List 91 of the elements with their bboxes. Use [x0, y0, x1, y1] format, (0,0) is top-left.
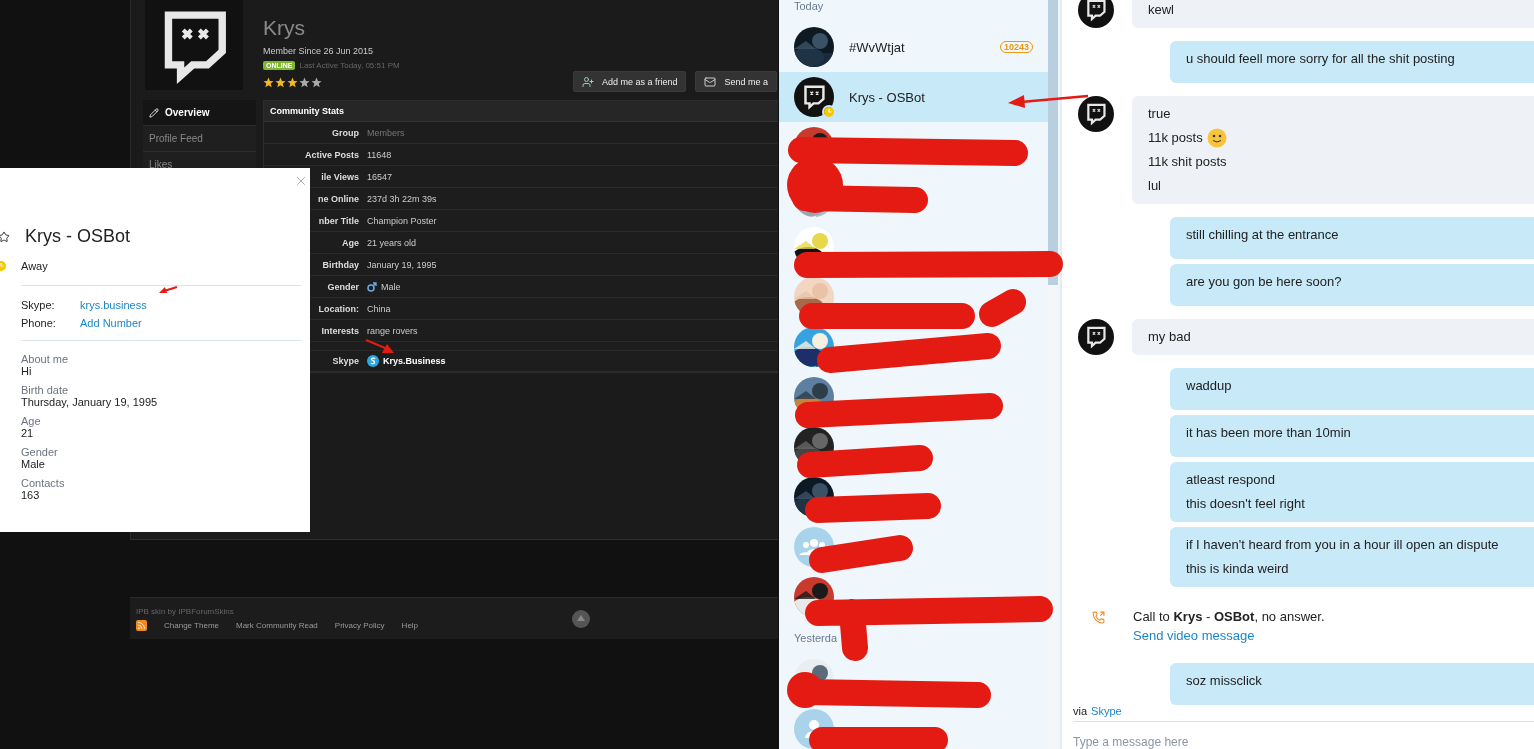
message-text: are you gon be here soon? — [1186, 273, 1342, 291]
stat-label: Skype — [332, 356, 359, 366]
field-label: Birth date — [21, 384, 70, 396]
message-text: it has been more than 10min — [1186, 424, 1351, 442]
footer-link[interactable]: Change Theme — [164, 620, 219, 630]
male-icon — [367, 281, 377, 292]
message-text: this doesn't feel right — [1186, 495, 1305, 513]
presence-status: Away — [21, 260, 48, 272]
stat-label: ile Views — [321, 171, 359, 182]
star-icon[interactable] — [0, 230, 10, 243]
stat-value: 237d 3h 22m 39s — [367, 193, 437, 204]
avatar — [1078, 319, 1114, 355]
stat-value: 11648 — [367, 149, 392, 160]
pencil-icon — [149, 107, 159, 118]
contact-title: Krys - OSBot — [25, 226, 131, 247]
field-label: Contacts — [21, 477, 66, 489]
add-user-icon — [581, 75, 594, 88]
message-text: kewl — [1148, 1, 1174, 19]
stat-label: Group — [332, 127, 359, 138]
message-text: u should feell more sorry for all the shit posting — [1186, 50, 1455, 68]
message-text: atleast respond — [1186, 471, 1275, 489]
message-text: true — [1148, 105, 1171, 123]
stat-label: Gender — [327, 281, 359, 292]
scroll-top-button[interactable] — [572, 609, 590, 628]
stat-value: 21 years old — [367, 237, 417, 248]
field-value: 163 — [21, 489, 41, 501]
annotation-arrow — [365, 339, 395, 355]
contact-name: #WvWtjat — [849, 39, 906, 55]
stat-value: Members — [367, 127, 405, 138]
service-link[interactable]: Skype — [1091, 705, 1122, 717]
stat-value: range rovers — [367, 325, 418, 336]
field-value: Hi — [21, 365, 33, 377]
profile-button[interactable]: Add me as a friend — [572, 71, 687, 92]
field-value: 21 — [21, 427, 35, 439]
message-text: still chilling at the entrance — [1186, 226, 1339, 244]
message-text: 11k posts — [1148, 129, 1203, 147]
annotation-arrow — [158, 285, 178, 295]
member-since: Member Since 26 Jun 2015 — [263, 46, 375, 56]
stat-label: ne Online — [318, 193, 359, 204]
field-value: Male — [21, 458, 46, 470]
footer-link[interactable]: Help — [401, 620, 419, 630]
message-text: waddup — [1186, 377, 1232, 395]
phone-icon — [1092, 611, 1105, 624]
sidebar-tab[interactable]: Profile Feed — [143, 126, 256, 152]
avatar — [1078, 96, 1114, 132]
stat-value: Male — [381, 281, 401, 292]
username: Krys — [263, 16, 306, 40]
stat-value: Champion Poster — [367, 215, 437, 226]
contact-item[interactable]: Krys - OSBot — [779, 72, 1048, 122]
sidebar-tab[interactable]: Overview — [143, 100, 256, 126]
message-input[interactable]: Type a message here — [1073, 735, 1534, 749]
mail-icon — [704, 75, 717, 88]
message-text: if I haven't heard from you in a hour ill open an dispute — [1186, 536, 1499, 554]
call-notice: Call to Krys - OSBot, no answer. — [1133, 609, 1325, 624]
stat-label: Active Posts — [304, 149, 359, 160]
avatar — [794, 77, 834, 117]
detail-link[interactable]: krys.business — [80, 299, 310, 311]
profile-button[interactable]: Send me a — [695, 71, 777, 92]
message-text: my bad — [1148, 328, 1191, 346]
stat-label: nber Title — [318, 215, 359, 226]
field-label: About me — [21, 353, 70, 365]
stat-label: Age — [342, 237, 359, 248]
section-label: Yesterda — [793, 632, 839, 646]
logo-icon — [367, 355, 379, 367]
last-active: Last Active Today, 05:51 PM — [299, 61, 400, 70]
message-text: lul — [1148, 177, 1161, 195]
stat-value: 16547 — [367, 171, 393, 182]
table-title: Community Stats — [264, 101, 778, 122]
detail-link[interactable]: Add Number — [80, 317, 310, 329]
stat-value: January 19, 1995 — [367, 259, 437, 270]
detail-label: Skype: — [21, 299, 56, 311]
field-label: Gender — [21, 446, 59, 458]
detail-label: Phone: — [21, 317, 57, 329]
stat-value: Krys.Business — [383, 356, 446, 366]
contact-name: Krys - OSBot — [849, 89, 926, 105]
message-text: this is kinda weird — [1186, 560, 1289, 578]
via-label: via — [1073, 705, 1088, 717]
clock-icon — [824, 107, 834, 117]
video-message-link[interactable]: Send video message — [1133, 628, 1255, 643]
footer-link[interactable]: Privacy Policy — [334, 620, 385, 630]
stat-value: China — [367, 303, 391, 314]
section-label: Today — [793, 0, 825, 14]
stat-label: Birthday — [322, 259, 359, 270]
stat-label: Location: — [318, 303, 359, 314]
message-text: 11k shit posts — [1148, 153, 1227, 171]
rss-icon — [136, 619, 147, 631]
stat-label: Interests — [321, 325, 359, 336]
footer-link[interactable]: Mark Community Read — [236, 620, 318, 630]
message-text: soz missclick — [1186, 672, 1262, 690]
field-label: Age — [21, 415, 42, 427]
field-value: Thursday, January 19, 1995 — [21, 396, 159, 408]
